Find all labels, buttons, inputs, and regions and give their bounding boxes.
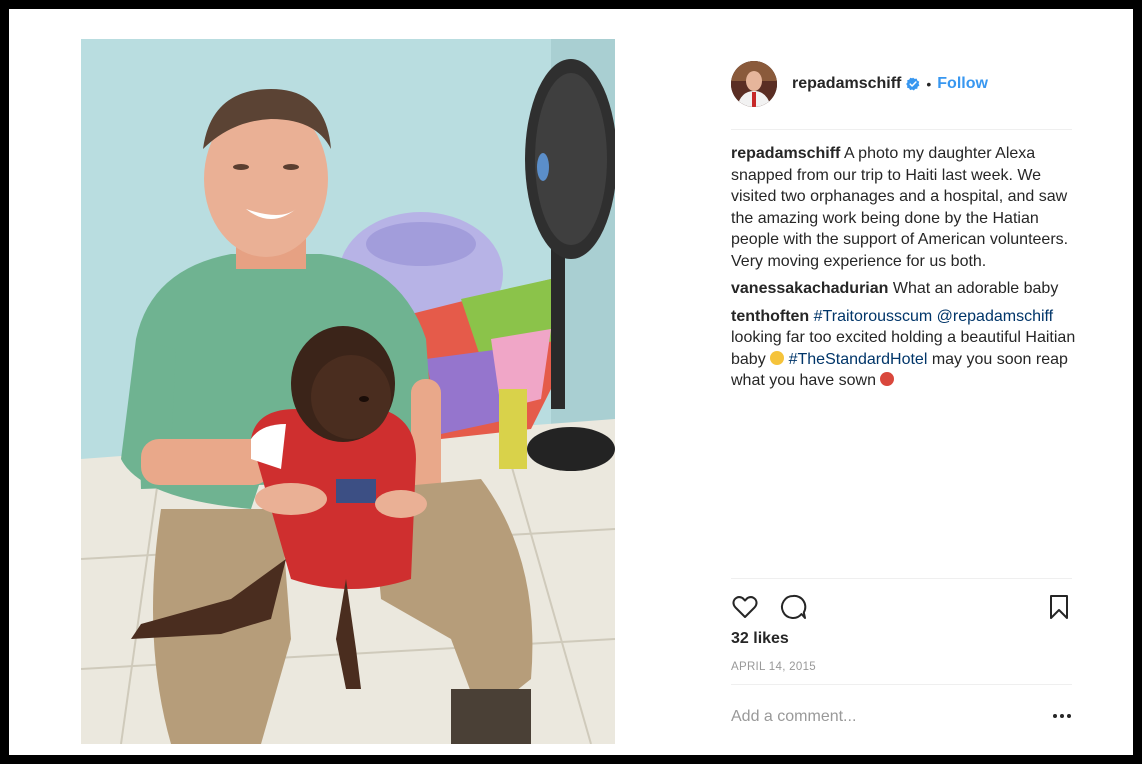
comment-divider	[731, 684, 1072, 685]
comment-author[interactable]: vanessakachadurian	[731, 280, 888, 297]
post-photo[interactable]	[81, 39, 615, 744]
header-separator: •	[926, 76, 932, 92]
post-username[interactable]: repadamschiff	[792, 75, 901, 93]
caption-author[interactable]: repadamschiff	[731, 145, 840, 162]
post-header: repadamschiff • Follow	[731, 59, 1071, 109]
unamused-face-emoji-icon	[770, 350, 785, 365]
hashtag-link[interactable]: #Traitorousscum	[814, 308, 933, 325]
bookmark-icon[interactable]	[1045, 593, 1073, 621]
actions-divider	[731, 578, 1072, 579]
mention-link[interactable]: @repadamschiff	[937, 308, 1053, 325]
avatar[interactable]	[731, 61, 777, 107]
caption-text: A photo my daughter Alexa snapped from o…	[731, 145, 1069, 270]
add-comment-input[interactable]	[731, 705, 1031, 729]
action-bar	[731, 593, 1072, 621]
heart-icon[interactable]	[731, 593, 759, 621]
comment-author[interactable]: tenthoften	[731, 308, 809, 325]
photo-illustration	[81, 39, 615, 744]
avatar-image	[731, 61, 777, 107]
follow-button[interactable]: Follow	[937, 75, 988, 93]
post-date[interactable]: APRIL 14, 2015	[731, 661, 816, 673]
instagram-post-frame: repadamschiff • Follow repadamschiff A p…	[9, 9, 1133, 755]
speech-bubble-icon[interactable]	[779, 593, 807, 621]
comments-section: repadamschiff A photo my daughter Alexa …	[731, 143, 1076, 398]
caption: repadamschiff A photo my daughter Alexa …	[731, 143, 1076, 272]
comment-text: What an adorable baby	[892, 280, 1059, 297]
likes-count[interactable]: 32 likes	[731, 630, 789, 648]
comment-item: tenthoften #Traitorousscum @repadamschif…	[731, 306, 1076, 392]
verified-badge-icon	[906, 77, 920, 91]
hashtag-link[interactable]: #TheStandardHotel	[789, 351, 928, 368]
ellipsis-icon[interactable]	[1051, 709, 1073, 723]
angry-face-emoji-icon	[880, 372, 895, 386]
header-divider	[731, 129, 1072, 130]
comment-item: vanessakachadurian What an adorable baby	[731, 278, 1076, 300]
